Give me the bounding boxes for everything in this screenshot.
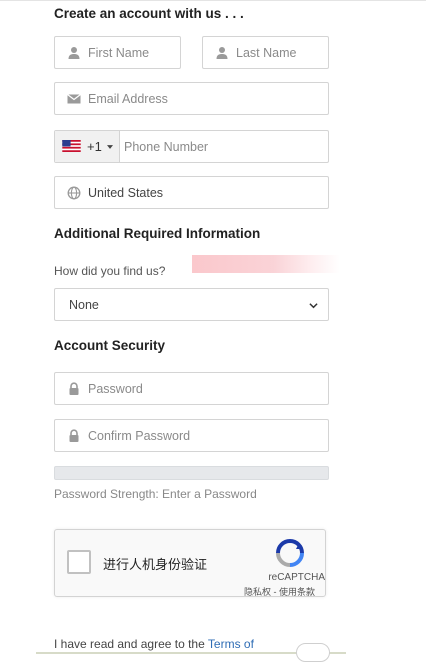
referral-selected: None bbox=[69, 298, 99, 312]
email-field[interactable]: Email Address bbox=[54, 82, 329, 115]
additional-info-heading: Additional Required Information bbox=[54, 226, 261, 241]
country-value: United States bbox=[88, 186, 164, 200]
password-strength-bar bbox=[54, 466, 329, 480]
caret-down-icon bbox=[107, 145, 113, 149]
recaptcha-logo-icon bbox=[276, 539, 304, 567]
user-icon bbox=[68, 47, 80, 59]
first-name-field[interactable]: First Name bbox=[54, 36, 181, 69]
envelope-icon bbox=[67, 94, 81, 104]
first-name-placeholder: First Name bbox=[88, 46, 150, 60]
recaptcha-privacy-terms-links[interactable]: 隐私权 - 使用条款 bbox=[244, 585, 315, 598]
phone-field[interactable]: +1 Phone Number bbox=[54, 130, 329, 163]
password-field[interactable]: Password bbox=[54, 372, 329, 405]
lock-icon bbox=[69, 382, 79, 395]
recaptcha-label: 进行人机身份验证 bbox=[103, 557, 208, 572]
referral-select[interactable]: None bbox=[54, 288, 329, 321]
recaptcha-checkbox[interactable] bbox=[67, 550, 91, 574]
redacted-region bbox=[192, 255, 340, 273]
referral-question: How did you find us? bbox=[54, 264, 166, 278]
terms-agreement: I have read and agree to the Terms of bbox=[54, 637, 254, 651]
chevron-down-icon bbox=[309, 303, 318, 309]
phone-placeholder: Phone Number bbox=[124, 140, 209, 154]
last-name-field[interactable]: Last Name bbox=[202, 36, 329, 69]
email-placeholder: Email Address bbox=[88, 92, 168, 106]
account-security-heading: Account Security bbox=[54, 338, 166, 353]
lock-icon bbox=[69, 429, 79, 442]
password-placeholder: Password bbox=[88, 382, 143, 396]
create-account-heading: Create an account with us . . . bbox=[54, 6, 244, 21]
terms-link[interactable]: Terms of bbox=[208, 637, 254, 651]
country-code-selector[interactable]: +1 bbox=[55, 131, 120, 162]
us-flag-icon bbox=[62, 140, 81, 152]
country-code: +1 bbox=[87, 139, 102, 154]
terms-toggle[interactable] bbox=[296, 643, 330, 662]
recaptcha-widget: 进行人机身份验证 reCAPTCHA 隐私权 - 使用条款 bbox=[54, 529, 326, 597]
confirm-password-field[interactable]: Confirm Password bbox=[54, 419, 329, 452]
confirm-password-placeholder: Confirm Password bbox=[88, 429, 191, 443]
recaptcha-brand: reCAPTCHA bbox=[268, 572, 325, 583]
last-name-placeholder: Last Name bbox=[236, 46, 297, 60]
top-divider bbox=[0, 0, 426, 1]
password-strength-text: Password Strength: Enter a Password bbox=[54, 487, 257, 501]
globe-icon bbox=[67, 186, 81, 200]
user-icon bbox=[216, 47, 228, 59]
terms-text: I have read and agree to the bbox=[54, 637, 208, 651]
country-field[interactable]: United States bbox=[54, 176, 329, 209]
